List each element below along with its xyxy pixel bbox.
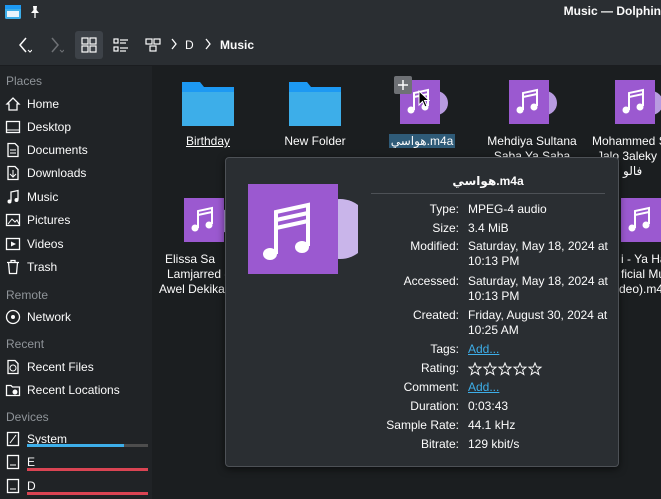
- window-title: Music — Dolphin: [563, 4, 661, 18]
- star-icon: [497, 362, 513, 376]
- compact-view-button[interactable]: [107, 31, 135, 59]
- sidebar-item-music[interactable]: Music: [0, 186, 152, 208]
- pictures-icon: [5, 212, 21, 228]
- sidebar-item-pictures[interactable]: Pictures: [0, 209, 152, 231]
- toolbar: D Music: [0, 24, 661, 66]
- plus-icon: [398, 80, 408, 90]
- drive-icon: [5, 454, 21, 470]
- sidebar-item-downloads[interactable]: Downloads: [0, 162, 152, 184]
- back-arrow-icon: [19, 37, 32, 53]
- star-icon: [482, 362, 498, 376]
- recent-locations-icon: [5, 382, 21, 398]
- divider: [371, 193, 605, 194]
- recent-files-icon: [5, 359, 21, 375]
- network-icon: [5, 309, 21, 325]
- back-button[interactable]: [10, 31, 38, 59]
- sidebar-item-home[interactable]: Home: [0, 93, 152, 115]
- compact-view-icon: [113, 38, 128, 52]
- section-remote: Remote: [6, 288, 49, 302]
- add-comment-link[interactable]: Add...: [468, 380, 499, 395]
- file-item-mohammed[interactable]: Mohammed S Jalo 3aleky فالو: [587, 78, 661, 178]
- sidebar-item-trash[interactable]: Trash: [0, 256, 152, 278]
- audio-file-icon: [615, 80, 661, 124]
- file-item-ya-ha[interactable]: i - Ya Ha ficial Mu deo).m4a: [619, 196, 661, 296]
- file-info-tooltip: هواسي.m4a Type: MPEG-4 audio Size: 3.4 M…: [225, 157, 619, 467]
- file-item-elissa[interactable]: Elissa Sa Lamjarred - Awel Dekika: [152, 196, 232, 296]
- split-view-button[interactable]: [139, 31, 167, 59]
- sidebar-item-desktop[interactable]: Desktop: [0, 116, 152, 138]
- places-panel: Places Home Desktop Documents Downloads …: [0, 66, 152, 499]
- file-item-birthday[interactable]: Birthday: [172, 78, 244, 158]
- file-name-label: هواسي.m4a: [388, 134, 456, 148]
- file-item-mehdiya[interactable]: Mehdiya Sultana Saba Ya Saba: [472, 78, 592, 163]
- downloads-icon: [5, 165, 21, 181]
- videos-icon: [5, 236, 21, 252]
- title-bar: Music — Dolphin: [0, 0, 661, 24]
- sidebar-item-recent-files[interactable]: Recent Files: [0, 356, 152, 378]
- sidebar-item-recent-locations[interactable]: Recent Locations: [0, 379, 152, 401]
- d-usage-bar: [27, 492, 148, 495]
- desktop-icon: [5, 119, 21, 135]
- file-item-hawasi[interactable]: هواسي.m4a: [386, 76, 458, 158]
- system-usage-bar: [27, 444, 148, 447]
- home-icon: [5, 96, 21, 112]
- add-tags-link[interactable]: Add...: [468, 342, 499, 357]
- forward-button[interactable]: [42, 31, 70, 59]
- pin-icon[interactable]: [29, 5, 41, 19]
- chevron-right-icon: [205, 38, 211, 50]
- sidebar-item-network[interactable]: Network: [0, 306, 152, 328]
- folder-icon: [289, 82, 341, 126]
- folder-icon: [182, 82, 234, 126]
- e-usage-bar: [27, 468, 148, 471]
- split-view-icon: [145, 38, 161, 52]
- star-icon: [527, 362, 543, 376]
- sidebar-item-videos[interactable]: Videos: [0, 233, 152, 255]
- audio-file-preview-icon: [248, 184, 358, 274]
- star-icon: [468, 362, 483, 376]
- tooltip-filename: هواسي.m4a: [452, 174, 524, 188]
- mouse-cursor-icon: [418, 90, 430, 108]
- rating-stars[interactable]: [468, 361, 546, 376]
- chevron-right-icon: [171, 38, 177, 50]
- music-icon: [5, 189, 21, 205]
- star-icon: [512, 362, 528, 376]
- documents-icon: [5, 142, 21, 158]
- breadcrumb-d[interactable]: D: [185, 38, 194, 52]
- icons-view-button[interactable]: [75, 31, 103, 59]
- file-item-new-folder[interactable]: New Folder: [279, 78, 351, 158]
- audio-file-icon: [509, 80, 557, 124]
- forward-arrow-icon: [51, 37, 64, 53]
- trash-icon: [5, 259, 21, 275]
- breadcrumb-music[interactable]: Music: [220, 38, 254, 52]
- section-devices: Devices: [6, 410, 49, 424]
- drive-icon: [5, 478, 21, 494]
- audio-file-icon: [621, 198, 661, 242]
- grid-view-icon: [81, 37, 97, 53]
- section-places: Places: [6, 74, 43, 88]
- drive-icon: [5, 431, 21, 447]
- section-recent: Recent: [6, 337, 45, 351]
- dolphin-app-icon: [5, 5, 21, 19]
- sidebar-item-documents[interactable]: Documents: [0, 139, 152, 161]
- select-toggle-button[interactable]: [394, 76, 412, 94]
